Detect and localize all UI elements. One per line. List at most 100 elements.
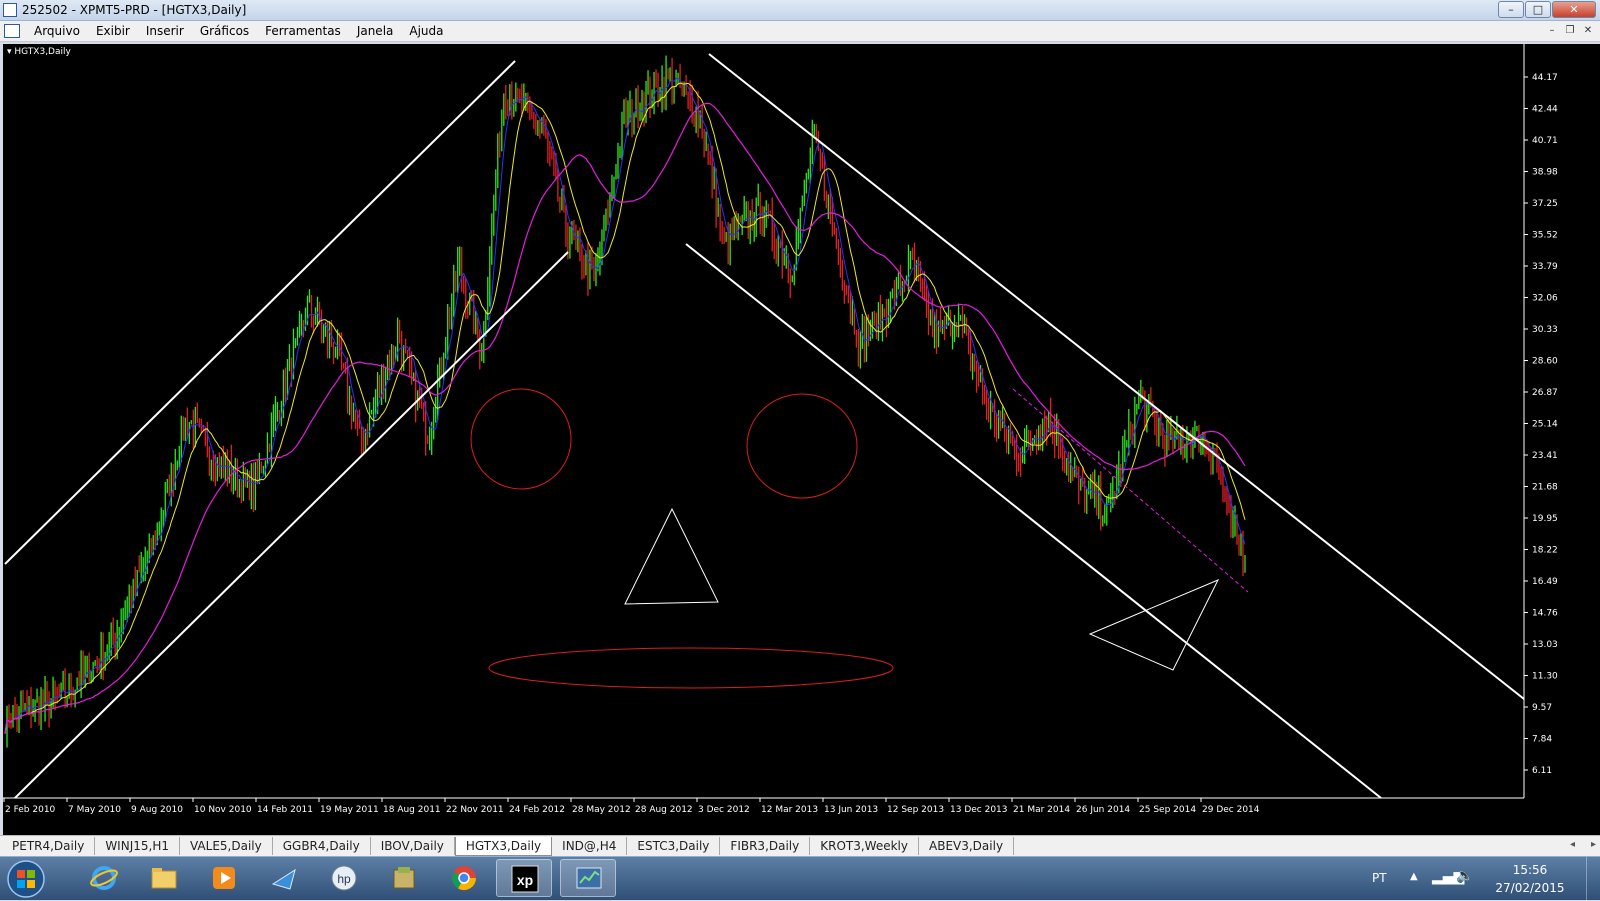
xp-logo-text: xp: [517, 872, 533, 888]
taskbar-network-button[interactable]: [256, 859, 312, 897]
chart-tab[interactable]: VALE5,Daily: [180, 837, 273, 855]
taskbar-explorer-button[interactable]: [136, 859, 192, 897]
price-tick-label: 26.87: [1532, 388, 1558, 398]
date-tick-label: 7 May 2010: [68, 805, 121, 815]
price-tick-label: 42.44: [1532, 105, 1558, 115]
chart-tab[interactable]: IBOV,Daily: [371, 837, 455, 855]
chart-symbol-text: HGTX3,Daily: [14, 47, 71, 57]
tabs-scroll-left-icon[interactable]: ◂: [1570, 839, 1575, 850]
menu-bar: Arquivo Exibir Inserir Gráficos Ferramen…: [0, 21, 1600, 42]
price-tick-label: 23.41: [1532, 451, 1558, 461]
taskbar-media-button[interactable]: [196, 859, 252, 897]
right-eye-circle: [746, 393, 858, 499]
date-tick-label: 3 Dec 2012: [698, 805, 750, 815]
chart-window-icon: [4, 24, 20, 38]
window-titlebar: 252502 - XPMT5-PRD - [HGTX3,Daily] – □ ✕: [0, 0, 1600, 21]
price-tick-label: 38.98: [1532, 168, 1558, 178]
windows-taskbar: hp xp PT ▲ ▂▄▆ 🔈 15:56 27/02/2015: [0, 856, 1600, 901]
taskbar-chrome-button[interactable]: [436, 859, 492, 897]
date-tick-label: 14 Feb 2011: [257, 805, 313, 815]
show-desktop-button[interactable]: [1586, 857, 1600, 901]
trading-terminal-icon: [576, 867, 602, 889]
taskbar-xp-button[interactable]: xp: [496, 859, 552, 897]
taskbar-hp-button[interactable]: hp: [316, 859, 372, 897]
chart-tab[interactable]: KROT3,Weekly: [810, 837, 919, 855]
price-tick-label: 19.95: [1532, 514, 1558, 524]
date-tick-label: 13 Dec 2013: [950, 805, 1008, 815]
close-button[interactable]: ✕: [1552, 1, 1596, 18]
chart-close-button[interactable]: ✕: [1580, 24, 1596, 38]
moving-average-mid-line: [4, 82, 1246, 734]
date-tick-label: 26 Jun 2014: [1076, 805, 1130, 815]
date-tick-label: 9 Aug 2010: [131, 805, 183, 815]
price-tick-label: 11.30: [1532, 672, 1558, 682]
date-tick-label: 12 Sep 2013: [887, 805, 944, 815]
date-tick-label: 18 Aug 2011: [383, 805, 441, 815]
price-tick-label: 30.33: [1532, 325, 1558, 335]
archive-tool-icon: [393, 867, 415, 889]
chart-minimize-button[interactable]: –: [1544, 24, 1560, 38]
chart-tab[interactable]: IND@,H4: [552, 837, 628, 855]
mouth-ellipse: [488, 647, 894, 689]
menu-graficos[interactable]: Gráficos: [192, 21, 257, 41]
tabs-scroll-right-icon[interactable]: ▸: [1591, 839, 1596, 850]
clock-date[interactable]: 27/02/2015: [1490, 881, 1570, 895]
date-tick-label: 25 Sep 2014: [1139, 805, 1196, 815]
moving-average-fast-line: [4, 77, 1246, 734]
menu-arquivo[interactable]: Arquivo: [26, 21, 88, 41]
chrome-icon: [451, 866, 476, 891]
system-tray: PT ▲ ▂▄▆ 🔈 15:56 27/02/2015: [1360, 857, 1600, 901]
left-eye-circle: [470, 388, 572, 490]
chart-tabs-bar: PETR4,Daily WINJ15,H1 VALE5,Daily GGBR4,Dai…: [0, 835, 1600, 856]
maximize-button[interactable]: □: [1525, 1, 1551, 18]
menu-exibir[interactable]: Exibir: [88, 21, 138, 41]
chart-tab[interactable]: ESTC3,Daily: [627, 837, 721, 855]
uptrend-channel-lower-line: [14, 251, 569, 799]
projection-triangle: [1088, 579, 1220, 671]
menu-janela[interactable]: Janela: [349, 21, 402, 41]
chart-area[interactable]: 44.17 42.44 40.71 38.98 37.25 35.52 33.79 32.06…: [3, 44, 1600, 835]
price-tick-label: 32.06: [1532, 294, 1558, 304]
chart-tab[interactable]: GGBR4,Daily: [273, 837, 371, 855]
taskbar-archive-button[interactable]: [376, 859, 432, 897]
price-tick-label: 6.11: [1532, 766, 1552, 776]
hp-logo-text: hp: [337, 872, 351, 886]
nose-triangle: [624, 507, 719, 605]
downtrend-channel-upper-line: [708, 53, 1525, 700]
chart-tab[interactable]: FIBR3,Daily: [720, 837, 811, 855]
volume-icon[interactable]: 🔈: [1456, 868, 1473, 884]
moving-average-slow-line: [4, 102, 1246, 734]
price-tick-label: 21.68: [1532, 483, 1558, 493]
downtrend-channel-lower-line: [685, 243, 1382, 799]
menu-inserir[interactable]: Inserir: [138, 21, 192, 41]
price-tick-label: 33.79: [1532, 262, 1558, 272]
price-tick-label: 16.49: [1532, 577, 1558, 587]
app-icon: [3, 3, 17, 17]
show-hidden-icons-icon[interactable]: ▲: [1410, 871, 1418, 882]
chart-tab[interactable]: HGTX3,Daily: [454, 837, 553, 856]
price-tick-label: 28.60: [1532, 357, 1558, 367]
menu-ferramentas[interactable]: Ferramentas: [257, 21, 349, 41]
clock-time[interactable]: 15:56: [1490, 863, 1570, 877]
chart-restore-button[interactable]: ❐: [1562, 24, 1578, 38]
main-menu: Arquivo Exibir Inserir Gráficos Ferramen…: [26, 21, 452, 41]
date-tick-label: 28 Aug 2012: [635, 805, 693, 815]
chart-tab[interactable]: PETR4,Daily: [2, 837, 96, 855]
menu-ajuda[interactable]: Ajuda: [401, 21, 451, 41]
windows-start-icon[interactable]: [4, 858, 48, 900]
date-tick-label: 22 Nov 2011: [446, 805, 504, 815]
window-title: 252502 - XPMT5-PRD - [HGTX3,Daily]: [22, 3, 247, 17]
chart-tab[interactable]: ABEV3,Daily: [919, 837, 1015, 855]
taskbar-ie-button[interactable]: [76, 859, 132, 897]
price-tick-label: 18.22: [1532, 546, 1558, 556]
date-tick-label: 13 Jun 2013: [824, 805, 878, 815]
uptrend-channel-upper-line: [4, 60, 516, 565]
language-indicator[interactable]: PT: [1372, 871, 1387, 885]
price-tick-label: 7.84: [1532, 735, 1552, 745]
price-chart[interactable]: 44.17 42.44 40.71 38.98 37.25 35.52 33.79 32.06…: [3, 44, 1600, 835]
taskbar-terminal-button[interactable]: [560, 859, 616, 897]
chart-tab[interactable]: WINJ15,H1: [95, 837, 180, 855]
price-tick-label: 13.03: [1532, 640, 1558, 650]
minimize-button[interactable]: –: [1498, 1, 1524, 18]
price-tick-label: 9.57: [1532, 703, 1552, 713]
